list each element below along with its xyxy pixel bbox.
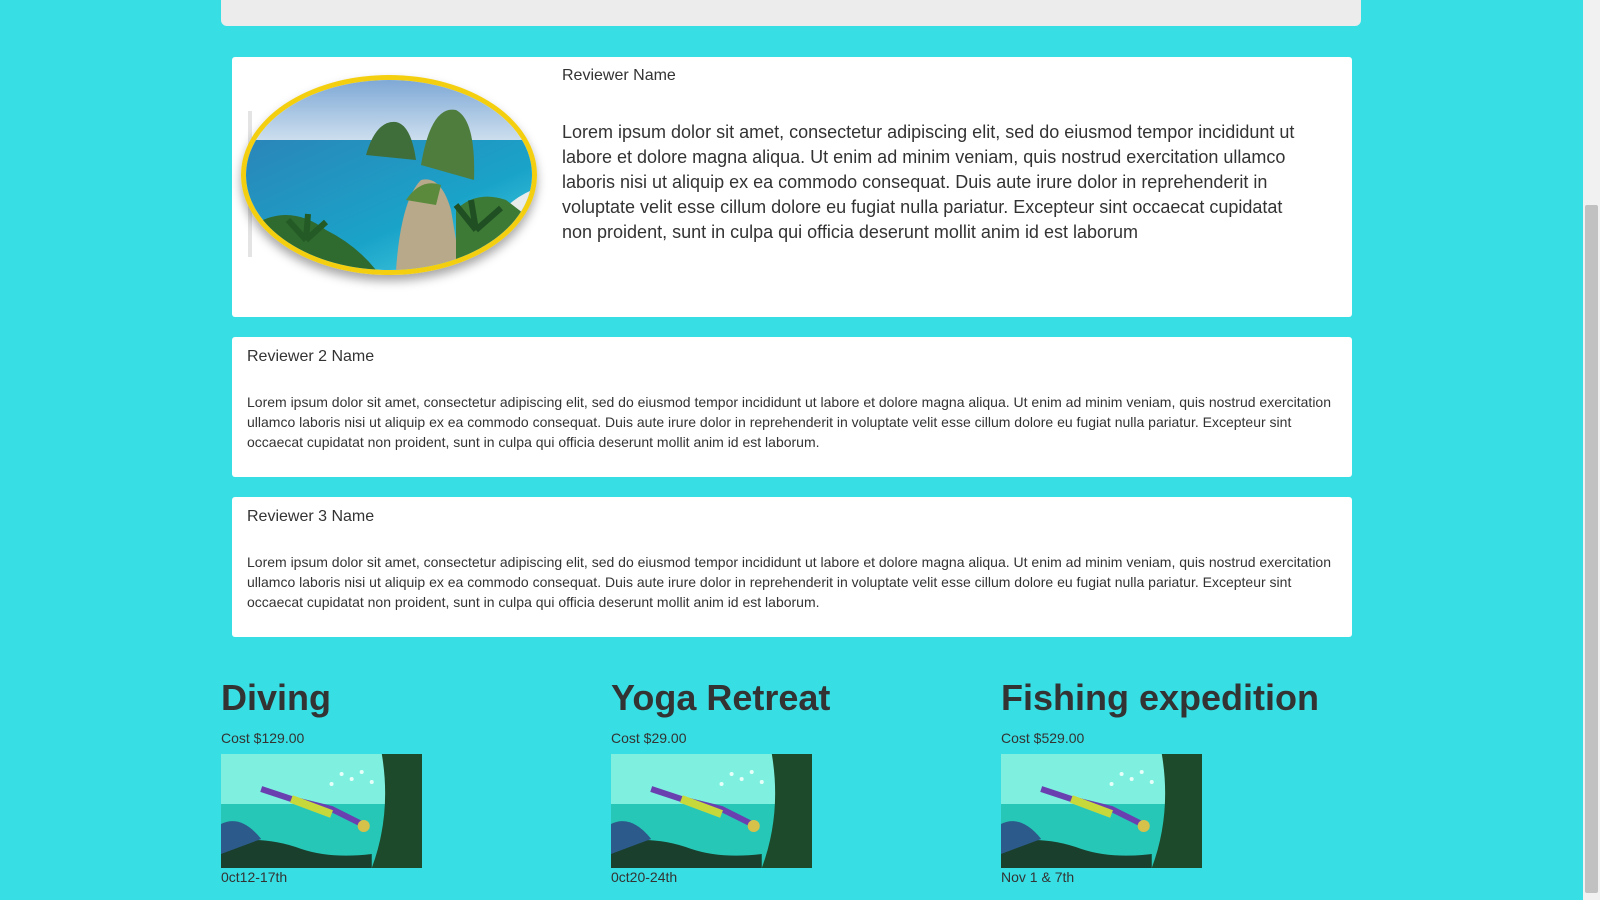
activity-title: Diving (221, 677, 332, 718)
reviewer-2-name: Reviewer 2 Name (247, 348, 375, 365)
activity-yoga-retreat: Yoga Retreat Cost $29.00 0ct20-24th (611, 675, 971, 886)
featured-review-card: Reviewer Name Lorem ipsum dolor sit amet… (232, 57, 1352, 317)
reviewer-3-name: Reviewer 3 Name (247, 508, 375, 525)
activity-fishing-expedition: Fishing expedition Cost $529.00 Nov 1 & … (1001, 675, 1361, 886)
diver-photo (1001, 754, 1202, 868)
activity-date: 0ct12-17th (221, 869, 288, 885)
diver-photo (221, 754, 422, 868)
review-2-text: Lorem ipsum dolor sit amet, consectetur … (247, 394, 1331, 450)
featured-review-text: Lorem ipsum dolor sit amet, consectetur … (562, 122, 1295, 242)
activity-date: Nov 1 & 7th (1001, 869, 1075, 885)
featured-reviewer-name: Reviewer Name (562, 67, 676, 84)
diver-photo (611, 754, 812, 868)
activity-cost: Cost $529.00 (1001, 730, 1085, 746)
island-beach-photo (241, 75, 537, 275)
activity-title: Fishing expedition (1001, 677, 1320, 718)
review-card-3: Reviewer 3 Name Lorem ipsum dolor sit am… (232, 497, 1352, 637)
activity-title: Yoga Retreat (611, 677, 831, 718)
vertical-scrollbar[interactable] (1583, 0, 1600, 900)
review-3-text: Lorem ipsum dolor sit amet, consectetur … (247, 554, 1331, 610)
review-card-2: Reviewer 2 Name Lorem ipsum dolor sit am… (232, 337, 1352, 477)
activity-diving: Diving Cost $129.00 0ct12-17th (221, 675, 581, 886)
page: Reviewer Name Lorem ipsum dolor sit amet… (0, 0, 1600, 900)
top-panel (221, 0, 1361, 26)
activity-cost: Cost $129.00 (221, 730, 305, 746)
scrollbar-thumb[interactable] (1585, 205, 1598, 893)
activity-date: 0ct20-24th (611, 869, 678, 885)
activity-cost: Cost $29.00 (611, 730, 687, 746)
